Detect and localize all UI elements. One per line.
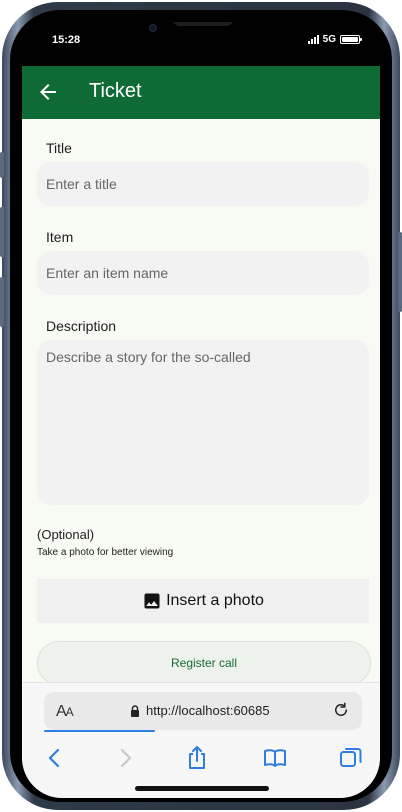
share-icon[interactable] (184, 745, 210, 771)
address-bar[interactable]: AA http://localhost:60685 (44, 692, 362, 730)
page-title: Ticket (89, 80, 142, 102)
power-button (398, 232, 402, 312)
item-label: Item (46, 229, 74, 245)
home-indicator (135, 786, 269, 791)
app-bar: Ticket (22, 66, 380, 119)
tabs-icon[interactable] (338, 745, 364, 771)
speaker-notch (172, 22, 234, 26)
lock-icon (131, 704, 139, 717)
status-time: 15:28 (52, 34, 81, 46)
aa-small-letter: A (65, 705, 74, 719)
volume-up-button (0, 207, 4, 257)
page-load-progress (44, 730, 155, 732)
insert-photo-label: Insert a photo (166, 592, 264, 609)
chevron-left-icon[interactable] (42, 745, 68, 771)
reload-icon[interactable] (332, 701, 350, 719)
photo-hint: Take a photo for better viewing (37, 547, 174, 558)
description-textarea[interactable] (37, 340, 369, 505)
image-icon (144, 593, 160, 609)
status-bar: 15:28 5G (22, 22, 380, 66)
insert-photo-button[interactable]: Insert a photo (37, 579, 369, 623)
description-label: Description (46, 318, 117, 334)
item-input[interactable] (37, 251, 369, 295)
browser-toolbar: AA http://localhost:60685 (22, 682, 380, 798)
reader-text-size-button[interactable]: AA (56, 703, 74, 721)
url-text: http://localhost:60685 (146, 703, 270, 718)
url-display: http://localhost:60685 (130, 703, 270, 718)
aa-big-letter: A (56, 703, 67, 720)
browser-nav-bar (22, 745, 380, 775)
title-input[interactable] (37, 162, 369, 206)
title-label: Title (46, 140, 72, 156)
mute-switch (0, 152, 4, 178)
volume-down-button (0, 277, 4, 327)
ticket-form: Title Item Description (Optional) Take a… (22, 119, 380, 685)
network-label: 5G (322, 34, 336, 45)
battery-icon (340, 35, 362, 44)
optional-label: (Optional) (37, 527, 95, 542)
arrow-left-icon[interactable] (36, 80, 60, 104)
chevron-right-icon[interactable] (112, 745, 138, 771)
register-call-button[interactable]: Register call (37, 641, 371, 685)
status-indicators: 5G (307, 34, 362, 45)
signal-icon (307, 35, 319, 44)
front-camera (149, 24, 157, 32)
book-icon[interactable] (262, 745, 288, 771)
phone-screen: 15:28 5G Ticket Title Item Description (… (22, 22, 380, 798)
